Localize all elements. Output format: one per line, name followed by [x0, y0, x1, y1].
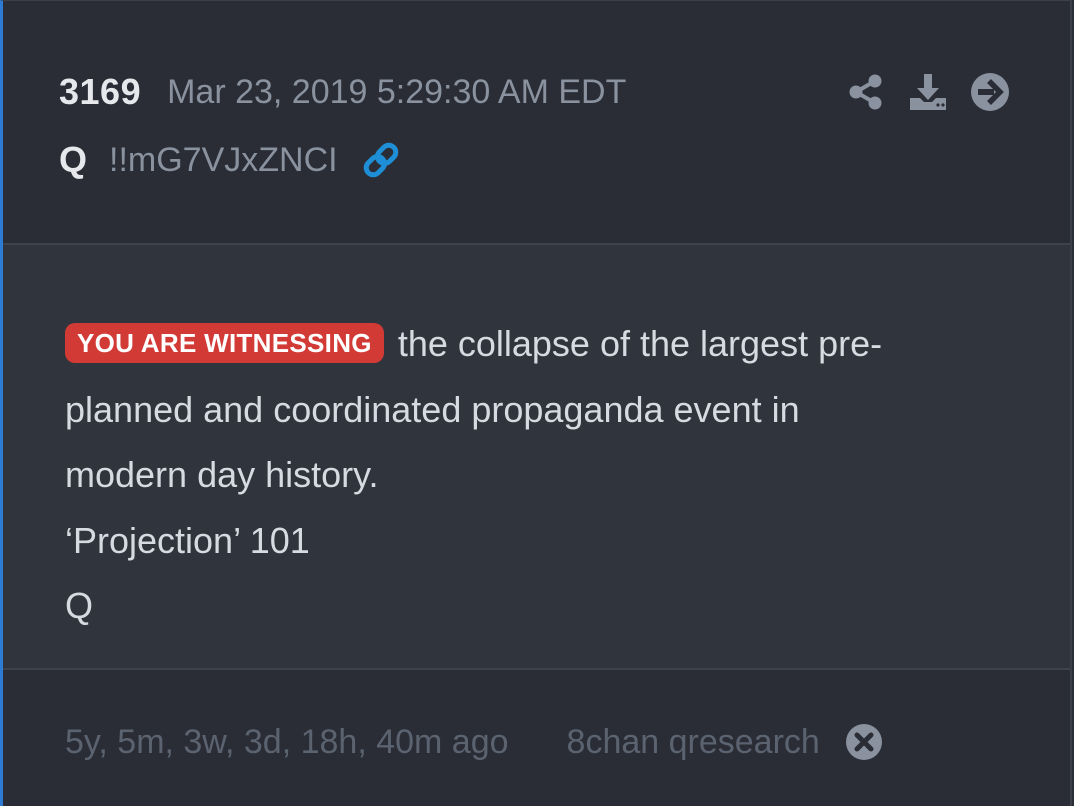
link-icon[interactable]: [360, 139, 402, 181]
post-footer: 5y, 5m, 3w, 3d, 18h, 40m ago 8chan qrese…: [3, 670, 1070, 806]
post-actions: [845, 71, 1011, 113]
post-meta-row: 3169 Mar 23, 2019 5:29:30 AM EDT: [59, 69, 626, 115]
post-number: 3169: [59, 71, 142, 112]
tripcode: !!mG7VJxZNCI: [109, 140, 338, 179]
message-line: planned and coordinated propaganda event…: [65, 388, 800, 430]
post-source: 8chan qresearch: [566, 722, 820, 761]
message-line: modern day history.: [65, 454, 379, 495]
close-icon[interactable]: [844, 722, 884, 762]
post-age: 5y, 5m, 3w, 3d, 18h, 40m ago: [65, 722, 509, 761]
message-signature: Q: [65, 585, 94, 626]
message-line: ‘Projection’ 101: [65, 519, 310, 561]
author-name: Q: [59, 139, 88, 180]
post-header: 3169 Mar 23, 2019 5:29:30 AM EDT Q !!mG7…: [3, 1, 1070, 243]
post-date: Mar 23, 2019 5:29:30 AM EDT: [167, 72, 627, 111]
footer-row: 5y, 5m, 3w, 3d, 18h, 40m ago 8chan qrese…: [65, 720, 884, 764]
arrow-right-circle-icon[interactable]: [969, 71, 1011, 113]
message-line: YOU ARE WITNESSING the collapse of the l…: [65, 311, 985, 377]
share-icon[interactable]: [845, 71, 887, 113]
post-message: YOU ARE WITNESSING the collapse of the l…: [65, 311, 985, 639]
download-icon[interactable]: [907, 71, 949, 113]
post-card: 3169 Mar 23, 2019 5:29:30 AM EDT Q !!mG7…: [0, 0, 1072, 806]
witnessing-badge: YOU ARE WITNESSING: [65, 323, 384, 363]
message-text: the collapse of the largest pre-: [397, 323, 883, 364]
author-row: Q !!mG7VJxZNCI: [59, 135, 402, 185]
post-body: YOU ARE WITNESSING the collapse of the l…: [3, 245, 1070, 668]
